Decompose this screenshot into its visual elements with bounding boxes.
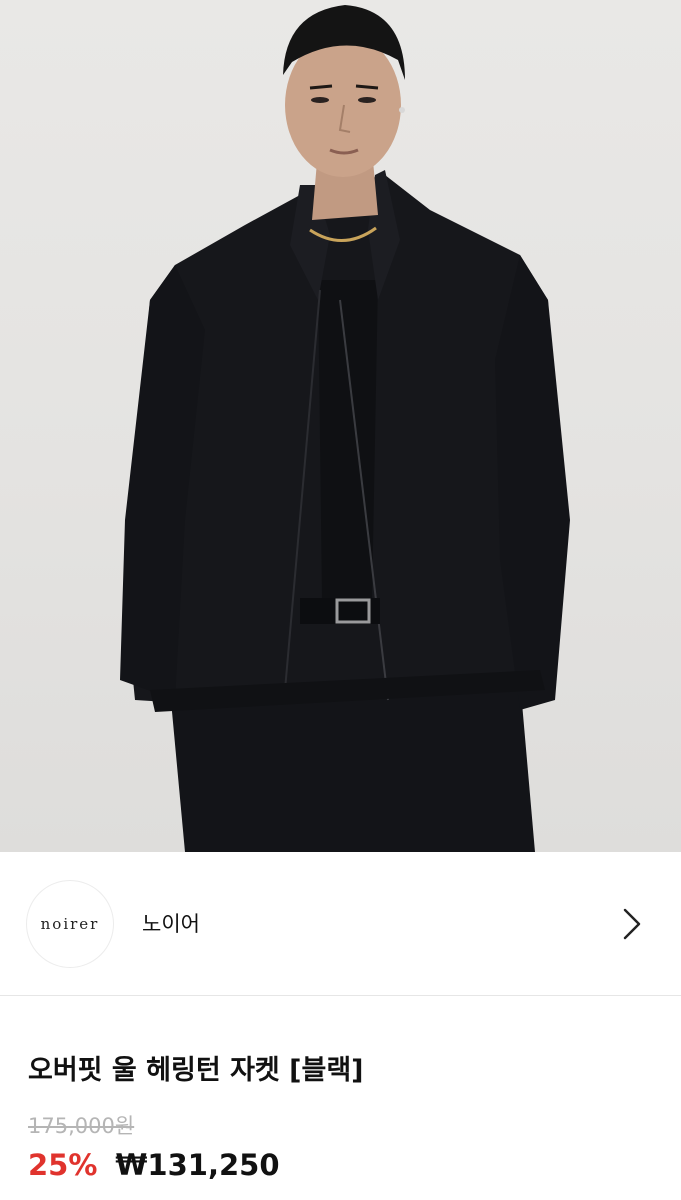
product-photo [120,5,570,852]
brand-row[interactable]: noirer 노이어 [0,852,681,996]
discount-rate: 25% [28,1148,98,1182]
chevron-right-icon[interactable] [610,902,654,946]
price-row: 25% ₩131,250 [28,1148,280,1182]
original-price: 175,000원 [28,1114,135,1138]
brand-logo-text: noirer [40,915,100,933]
product-title: 오버핏 울 헤링턴 자켓 [블랙] [28,1055,364,1086]
sale-price: ₩131,250 [115,1148,280,1182]
brand-logo[interactable]: noirer [26,880,114,968]
brand-name[interactable]: 노이어 [142,908,200,938]
product-hero-image[interactable] [0,0,681,852]
